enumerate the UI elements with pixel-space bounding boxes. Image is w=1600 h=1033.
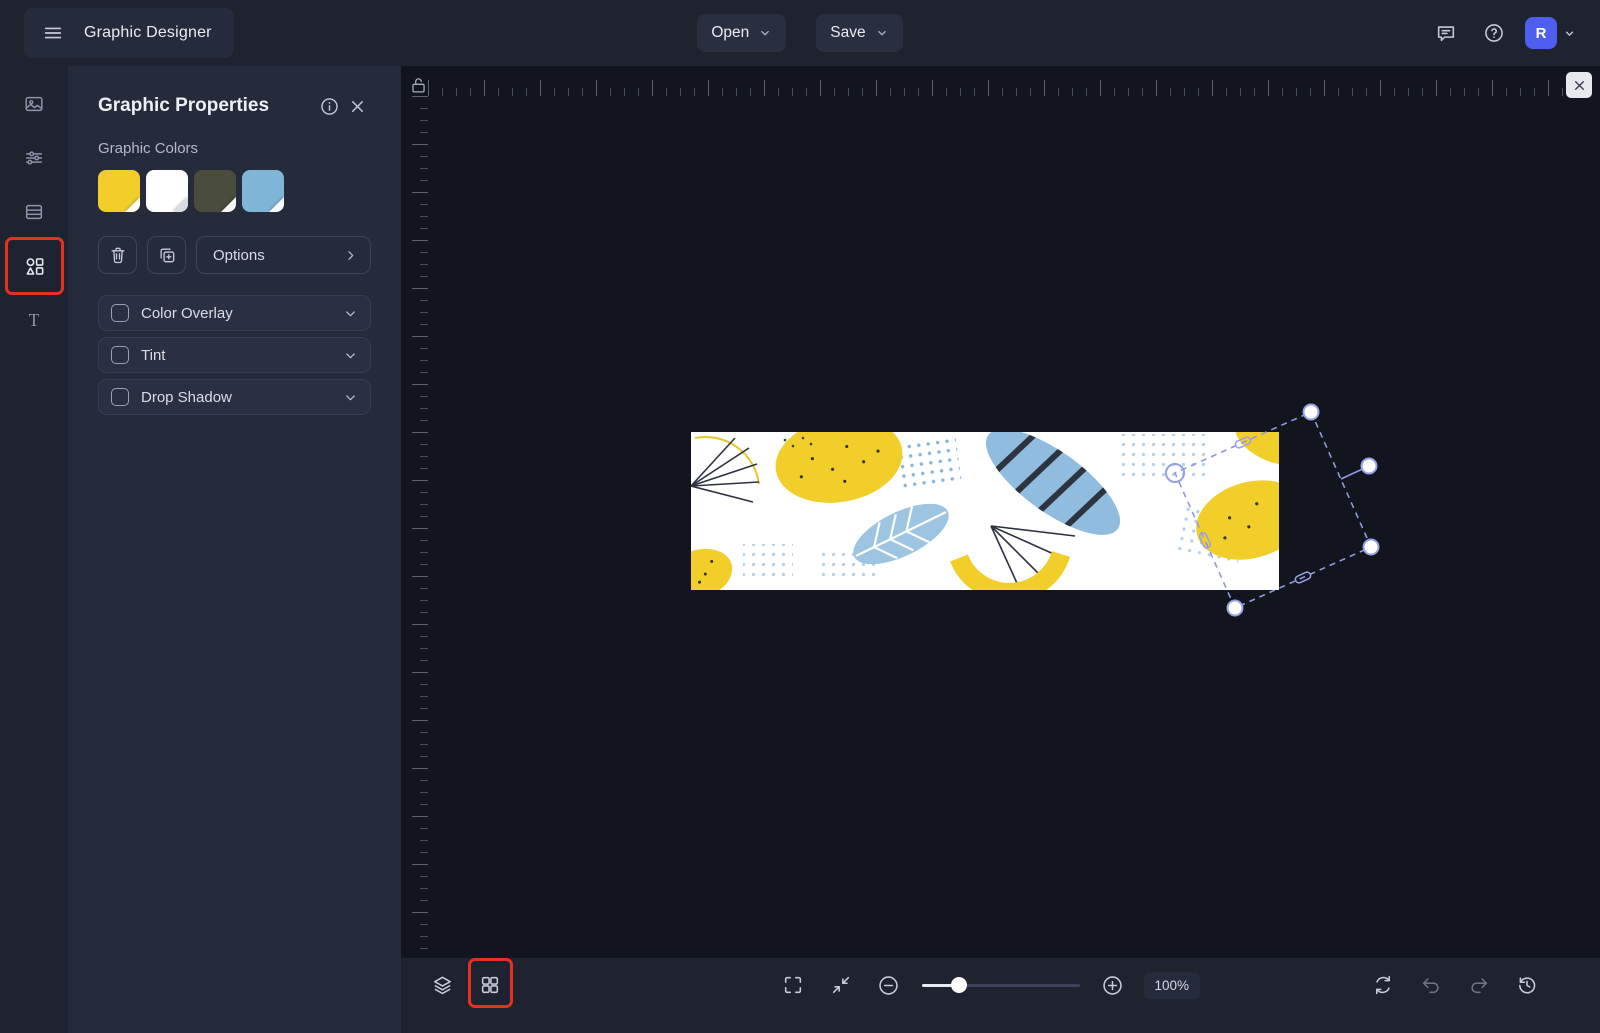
duplicate-icon [157,245,177,265]
chevron-right-icon [343,248,358,263]
artboard[interactable] [691,432,1279,590]
fit-screen-button[interactable] [823,968,857,1002]
color-swatch-white[interactable] [146,170,188,212]
tool-rail: T [0,66,68,1033]
layers-icon [431,974,454,997]
redo-icon [1468,974,1490,996]
selection-handle-top[interactable] [1304,405,1319,420]
menu-button[interactable] [36,16,70,50]
tint-checkbox[interactable] [111,346,129,364]
tool-text[interactable]: T [0,293,68,347]
trash-icon [108,245,128,265]
tutorial-highlight-grid-button [468,958,513,1008]
zoom-slider[interactable] [921,968,1079,1002]
chevron-down-icon [875,26,889,40]
info-button[interactable] [315,92,343,120]
color-swatch-olive[interactable] [194,170,236,212]
zoom-out-icon [877,974,900,997]
chevron-down-icon [758,26,772,40]
selection-handle-right[interactable] [1364,540,1379,555]
sliders-icon [23,147,45,169]
layers-button[interactable] [425,968,459,1002]
chevron-down-icon [343,390,358,405]
zoom-level-badge: 100% [1143,972,1200,999]
color-swatch-sky-blue[interactable] [242,170,284,212]
tool-adjust[interactable] [0,131,68,185]
text-icon: T [23,309,45,331]
close-panel-button[interactable] [343,92,371,120]
swatch-row [98,170,371,212]
ruler-vertical [405,96,428,955]
lemon-artwork [691,432,1279,590]
avatar: R [1525,17,1557,49]
app-title: Graphic Designer [84,24,212,42]
effect-row-tint[interactable]: Tint [98,337,371,373]
close-icon [1573,79,1586,92]
info-icon [319,96,340,117]
color-overlay-checkbox[interactable] [111,304,129,322]
sync-icon [1372,974,1394,996]
chevron-down-icon [343,306,358,321]
canvas-viewport[interactable] [428,96,1600,958]
rotation-handle[interactable] [1362,459,1377,474]
zoom-in-icon [1101,974,1124,997]
save-button[interactable]: Save [816,14,902,52]
app-title-pill: Graphic Designer [24,8,234,58]
selection-handle-bottom[interactable] [1228,601,1243,616]
graphic-properties-panel: Graphic Properties Graphic Colors Option… [68,66,401,1033]
comment-icon [1435,22,1457,44]
drop-shadow-checkbox[interactable] [111,388,129,406]
comments-button[interactable] [1429,16,1463,50]
redo-button[interactable] [1462,968,1496,1002]
fullscreen-button[interactable] [775,968,809,1002]
account-button[interactable]: R [1525,17,1576,49]
fit-screen-icon [829,974,851,996]
close-icon [348,97,367,116]
undo-icon [1420,974,1442,996]
graphic-colors-label: Graphic Colors [98,140,371,157]
refresh-button[interactable] [1366,968,1400,1002]
effect-row-color-overlay[interactable]: Color Overlay [98,295,371,331]
bottombar: 100% [401,958,1600,1033]
selection-edge-handle[interactable] [1294,571,1311,584]
menu-icon [42,22,64,44]
tool-images[interactable] [0,77,68,131]
tutorial-highlight-graphics-tool [5,237,64,295]
help-button[interactable] [1477,16,1511,50]
svg-text:T: T [29,310,40,330]
effect-row-drop-shadow[interactable]: Drop Shadow [98,379,371,415]
undo-button[interactable] [1414,968,1448,1002]
duplicate-button[interactable] [147,236,186,274]
fullscreen-icon [781,974,803,996]
canvas-area: 100% [401,66,1600,1033]
open-button[interactable]: Open [697,14,786,52]
delete-button[interactable] [98,236,137,274]
history-button[interactable] [1510,968,1544,1002]
zoom-in-button[interactable] [1095,968,1129,1002]
canvas-close-button[interactable] [1566,72,1592,98]
color-swatch-yellow[interactable] [98,170,140,212]
topbar: Graphic Designer Open Save R [0,0,1600,66]
options-button[interactable]: Options [196,236,371,274]
image-icon [23,93,45,115]
tool-templates[interactable] [0,185,68,239]
help-icon [1483,22,1505,44]
lock-icon[interactable] [409,75,428,96]
panel-title: Graphic Properties [98,95,315,117]
chevron-down-icon [343,348,358,363]
layout-icon [23,201,45,223]
zoom-slider-knob[interactable] [951,977,967,993]
chevron-down-icon [1563,27,1576,40]
history-icon [1516,974,1538,996]
zoom-out-button[interactable] [871,968,905,1002]
ruler-horizontal [428,72,1598,96]
